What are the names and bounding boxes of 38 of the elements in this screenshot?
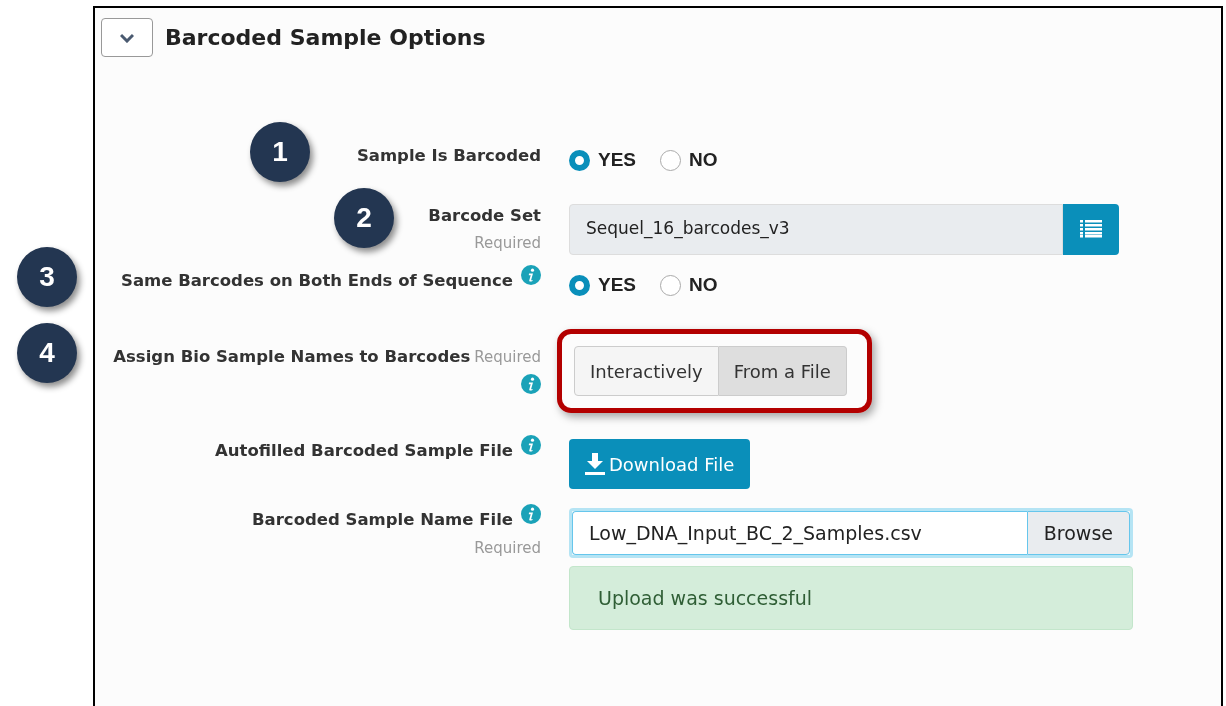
- radio-option[interactable]: NO: [660, 270, 718, 300]
- list-icon: [1080, 220, 1102, 238]
- field-label: Barcode Set: [428, 204, 541, 227]
- radio-option[interactable]: YES: [569, 146, 637, 175]
- callout-marker: 2: [334, 187, 394, 248]
- info-icon[interactable]: [521, 435, 541, 456]
- field-label: Sample Is Barcoded: [356, 145, 541, 167]
- collapse-button[interactable]: [101, 18, 153, 57]
- info-icon[interactable]: [521, 264, 541, 285]
- barcode-set-field[interactable]: Sequel_16_barcodes_v3: [569, 203, 1063, 255]
- file-name-field[interactable]: Low_DNA_Input_BC_2_Samples.csv: [572, 511, 1027, 556]
- info-icon[interactable]: [521, 504, 541, 525]
- chevron-down-icon: [120, 32, 134, 43]
- callout-marker: 1: [250, 122, 310, 182]
- callout-marker: 4: [17, 323, 77, 384]
- toggle-option[interactable]: Interactively: [574, 346, 719, 397]
- radio-option[interactable]: NO: [660, 146, 718, 175]
- radio-button[interactable]: [660, 149, 682, 171]
- required-hint: Required: [474, 347, 541, 369]
- info-icon[interactable]: [521, 374, 541, 394]
- download-button[interactable]: Download File: [569, 439, 751, 490]
- radio-button[interactable]: [569, 274, 590, 296]
- field-label: Autofilled Barcoded Sample File: [215, 440, 513, 463]
- section-title: Barcoded Sample Options: [165, 24, 486, 52]
- required-hint: Required: [474, 233, 541, 255]
- list-button[interactable]: [1063, 203, 1119, 255]
- radio-button[interactable]: [569, 149, 590, 171]
- browse-button[interactable]: Browse: [1026, 511, 1130, 556]
- download-icon: [585, 453, 605, 476]
- toggle-option[interactable]: From a File: [718, 346, 847, 397]
- callout-marker: 3: [17, 246, 77, 307]
- field-label: Barcoded Sample Name File: [252, 509, 513, 532]
- field-label: Assign Bio Sample Names to Barcodes: [113, 346, 471, 369]
- success-alert: Upload was successful: [569, 566, 1133, 631]
- radio-option[interactable]: YES: [569, 270, 637, 300]
- field-label: Same Barcodes on Both Ends of Sequence: [121, 269, 513, 292]
- required-hint: Required: [474, 538, 541, 559]
- radio-button[interactable]: [660, 274, 682, 296]
